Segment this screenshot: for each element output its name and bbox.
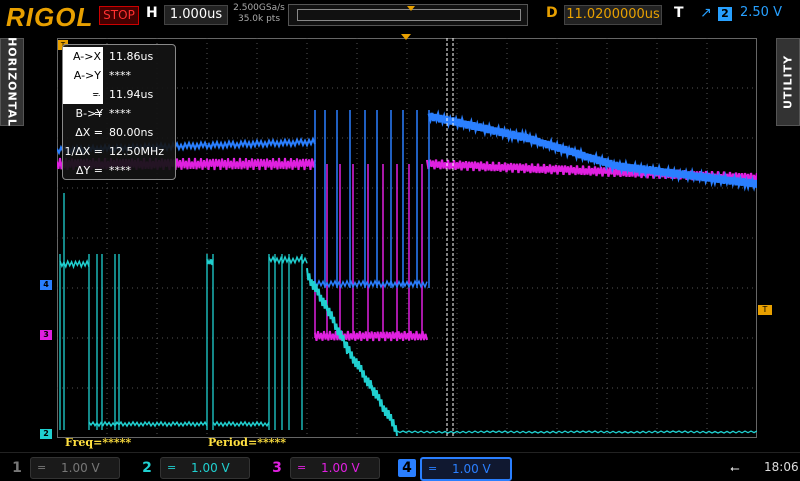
cursor-row: ΔY = ****: [63, 161, 175, 180]
dc-coupling-icon: =: [428, 462, 438, 475]
cursor-key: ΔY =: [76, 164, 103, 177]
ch2-scale: 1.00 V: [191, 461, 230, 475]
cursor-row: A->X = 11.86us: [63, 47, 175, 85]
ch3-scale-box[interactable]: = 1.00 V: [290, 457, 380, 479]
run-stop-status[interactable]: STOP: [99, 6, 139, 25]
memory-position-bar[interactable]: [288, 4, 528, 26]
cursor-value: 80.00ns: [109, 126, 154, 139]
trigger-position-icon: [407, 6, 415, 11]
trigger-label: T: [674, 5, 684, 21]
clock: 18:06: [764, 460, 799, 474]
horizontal-label: H: [146, 5, 158, 21]
cursor-value: ****: [109, 107, 131, 120]
ch2-trace: [206, 258, 214, 266]
cursor-key: ΔX =: [75, 126, 103, 139]
trigger-position-marker-icon: [401, 34, 411, 40]
dc-coupling-icon: =: [167, 461, 177, 474]
ch2-button[interactable]: 2: [138, 459, 156, 477]
ch3-button[interactable]: 3: [268, 459, 286, 477]
timebase-value[interactable]: 1.000us: [164, 5, 228, 25]
sample-rate: 2.500GSa/s: [233, 3, 285, 13]
measurement-bar: Freq=***** Period=*****: [57, 436, 757, 450]
dc-coupling-icon: =: [37, 461, 47, 474]
cursor-row: ΔX = 80.00ns: [63, 123, 175, 142]
ch4-scale: 1.00 V: [452, 462, 491, 476]
rising-edge-icon: ↗: [700, 5, 712, 21]
ch2-trace: [88, 420, 208, 428]
usb-icon: ⭠: [730, 461, 740, 475]
cursor-row: 1/ΔX = 12.50MHz: [63, 142, 175, 161]
memory-depth: 35.0k pts: [237, 14, 281, 24]
cursor-value: 11.86us: [109, 50, 154, 63]
ch2-scale-box[interactable]: = 1.00 V: [160, 457, 250, 479]
delay-label: D: [546, 5, 558, 21]
cursor-key: 1/ΔX =: [64, 145, 103, 158]
ch3-scale: 1.00 V: [321, 461, 360, 475]
ch3-trace: [314, 330, 428, 342]
cursor-value: 11.94us: [109, 88, 154, 101]
ch1-scale-box[interactable]: = 1.00 V: [30, 457, 120, 479]
trigger-source-badge[interactable]: 2: [718, 7, 732, 21]
trigger-level-value[interactable]: 2.50 V: [740, 5, 782, 20]
cursor-value: ****: [109, 164, 131, 177]
cursor-row: A->Y = ****: [63, 66, 175, 104]
ch2-trace: [212, 420, 270, 428]
horizontal-tab-label: HORIZONTAL: [5, 37, 19, 127]
ch1-button[interactable]: 1: [8, 459, 26, 477]
cursor-value: 12.50MHz: [109, 145, 165, 158]
ch4-trace: [314, 278, 428, 290]
ch3-offset-marker[interactable]: 3: [40, 330, 52, 340]
dc-coupling-icon: =: [297, 461, 307, 474]
ch4-offset-marker[interactable]: 4: [40, 280, 52, 290]
ch4-trace: [427, 109, 757, 192]
delay-value[interactable]: 11.0200000us: [564, 5, 662, 25]
ch2-trace: [396, 430, 757, 434]
trigger-level-marker[interactable]: T: [758, 305, 772, 315]
acquisition-info: 2.500GSa/s 35.0k pts: [232, 3, 286, 25]
ch4-button[interactable]: 4: [398, 459, 416, 477]
freq-measurement[interactable]: Freq=*****: [65, 436, 131, 449]
cursor-value: ****: [109, 69, 131, 82]
period-measurement[interactable]: Period=*****: [208, 436, 286, 449]
cursor-measure-panel: A->X = 11.86us A->Y = **** B->X = 11.94u…: [62, 44, 176, 180]
ch4-scale-box[interactable]: = 1.00 V: [420, 457, 512, 481]
ch1-scale: 1.00 V: [61, 461, 100, 475]
cursor-row: B->X = 11.94us: [63, 85, 175, 120]
ch2-offset-marker[interactable]: 2: [40, 429, 52, 439]
utility-tab[interactable]: UTILITY: [776, 38, 800, 126]
utility-tab-label: UTILITY: [781, 54, 795, 110]
rigol-logo: RIGOL: [6, 2, 94, 32]
top-bar: RIGOL STOP H 1.000us 2.500GSa/s 35.0k pt…: [0, 0, 800, 32]
horizontal-tab[interactable]: HORIZONTAL: [0, 37, 24, 127]
channel-bar: 1 = 1.00 V 2 = 1.00 V 3 = 1.00 V 4 = 1.0…: [0, 452, 800, 481]
cursor-row: B->Y = ****: [63, 104, 175, 139]
